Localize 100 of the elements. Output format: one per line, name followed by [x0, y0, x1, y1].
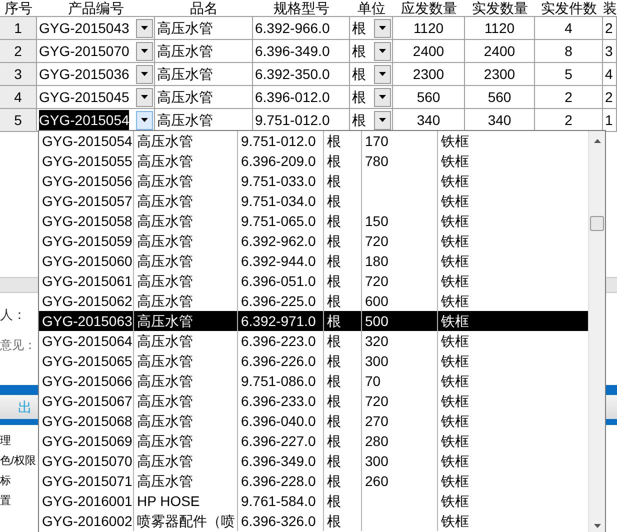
dropdown-button[interactable]: [136, 42, 153, 60]
list-cell: 根: [324, 171, 362, 191]
list-cell-text: 铁框: [440, 252, 470, 271]
caret-icon: [141, 72, 148, 76]
list-cell: GYG-2015069: [39, 431, 134, 451]
dropdown-row[interactable]: GYG-2015057 高压水管 9.751-034.0 根 铁框: [39, 191, 588, 211]
scroll-up-icon[interactable]: [594, 139, 601, 143]
dropdown-button[interactable]: [374, 88, 391, 106]
column-header: 装: [603, 0, 617, 16]
list-cell: 根: [324, 511, 362, 531]
table-cell: 2400: [393, 40, 465, 63]
dropdown-row[interactable]: GYG-2016002 喷雾器配件（喷 6.396-326.0 根 铁框: [39, 511, 588, 531]
table-cell: 4: [535, 17, 603, 40]
dropdown-button[interactable]: [374, 18, 391, 38]
list-cell: 6.392-944.0: [238, 251, 324, 271]
list-cell: GYG-2015067: [39, 391, 134, 411]
list-cell-text: 铁框: [440, 212, 470, 231]
list-cell: 根: [324, 251, 362, 271]
scroll-down-icon[interactable]: [594, 524, 601, 528]
list-cell: 根: [324, 491, 362, 511]
sidebar-item[interactable]: 标: [0, 471, 38, 491]
unit-combo[interactable]: 根: [350, 17, 393, 40]
unit-combo[interactable]: 根: [350, 86, 393, 109]
dropdown-row[interactable]: GYG-2015059 高压水管 6.392-962.0 根 720 铁框: [39, 231, 588, 251]
list-cell: 320: [362, 331, 438, 351]
list-cell: 9.751-012.0: [238, 131, 324, 151]
list-cell: 9.751-086.0: [238, 371, 324, 391]
unit-combo[interactable]: 根: [350, 63, 393, 86]
list-cell: 根: [324, 331, 362, 351]
dropdown-button[interactable]: [136, 110, 153, 130]
list-cell-text: 铁框: [440, 232, 470, 251]
dropdown-row[interactable]: GYG-2015067 高压水管 6.396-233.0 根 720 铁框: [39, 391, 588, 411]
product-code-combo[interactable]: GYG-2015043: [37, 17, 155, 40]
list-cell: 270: [362, 411, 438, 431]
dropdown-button[interactable]: [136, 18, 153, 38]
list-cell-text: 铁框: [440, 492, 470, 511]
list-cell: GYG-2015059: [39, 231, 134, 251]
list-cell-text: 铁框: [440, 432, 470, 451]
list-cell: 高压水管: [134, 191, 238, 211]
list-cell: GYG-2015068: [39, 411, 134, 431]
list-cell: GYG-2015058: [39, 211, 134, 231]
sidebar-item[interactable]: 理: [0, 431, 38, 451]
table-cell: 2300: [465, 63, 535, 86]
dropdown-row[interactable]: GYG-2015066 高压水管 9.751-086.0 根 70 铁框: [39, 371, 588, 391]
list-cell: GYG-2015070: [39, 451, 134, 471]
list-cell: 高压水管: [134, 271, 238, 291]
list-cell: 180: [362, 251, 438, 271]
list-cell: 高压水管: [134, 251, 238, 271]
product-code-combo[interactable]: GYG-2015036: [37, 63, 155, 86]
table-cell: 高压水管: [155, 40, 253, 63]
scrollbar[interactable]: [588, 131, 605, 532]
list-cell: 6.396-226.0: [238, 351, 324, 371]
sidebar-item[interactable]: 置: [0, 491, 38, 511]
list-cell: 根: [324, 371, 362, 391]
list-cell-text: 铁框: [440, 512, 470, 531]
row-number: 3: [0, 63, 37, 86]
list-cell: 根: [324, 391, 362, 411]
list-cell: 高压水管: [134, 231, 238, 251]
dropdown-row[interactable]: GYG-2015069 高压水管 6.396-227.0 根 280 铁框: [39, 431, 588, 451]
table-cell: 8: [535, 40, 603, 63]
dropdown-row[interactable]: GYG-2015061 高压水管 6.396-051.0 根 720 铁框: [39, 271, 588, 291]
dropdown-row[interactable]: GYG-2015060 高压水管 6.392-944.0 根 180 铁框: [39, 251, 588, 271]
list-cell: GYG-2016002: [39, 511, 134, 531]
dropdown-row[interactable]: GYG-2015058 高压水管 9.751-065.0 根 150 铁框: [39, 211, 588, 231]
dropdown-button[interactable]: [136, 88, 153, 106]
dropdown-row[interactable]: GYG-2015064 高压水管 6.396-223.0 根 320 铁框: [39, 331, 588, 351]
dropdown-row[interactable]: GYG-2015055 高压水管 6.396-209.0 根 780 铁框: [39, 151, 588, 171]
dropdown-button[interactable]: [374, 42, 391, 60]
list-cell: 300: [362, 451, 438, 471]
product-code-combo[interactable]: GYG-2015070: [37, 40, 155, 63]
row-number: 1: [0, 17, 37, 40]
dropdown-row[interactable]: GYG-2015056 高压水管 9.751-033.0 根 铁框: [39, 171, 588, 191]
table-cell: 高压水管: [155, 63, 253, 86]
list-cell: 6.396-209.0: [238, 151, 324, 171]
list-cell: 9.751-034.0: [238, 191, 324, 211]
field-label: 意见：: [0, 337, 37, 354]
dropdown-button[interactable]: [374, 110, 391, 130]
dropdown-button[interactable]: [374, 64, 391, 84]
caret-icon: [379, 49, 386, 53]
list-cell: 根: [324, 451, 362, 471]
unit-combo[interactable]: 根: [350, 40, 393, 63]
row-number: 5: [0, 109, 37, 132]
dropdown-row[interactable]: GYG-2015063 高压水管 6.392-971.0 根 500 铁框: [39, 311, 588, 331]
dropdown-row[interactable]: GYG-2015070 高压水管 6.396-349.0 根 300 铁框: [39, 451, 588, 471]
dropdown-button[interactable]: [136, 64, 153, 84]
list-cell: 根: [324, 151, 362, 171]
dropdown-row[interactable]: GYG-2015068 高压水管 6.396-040.0 根 270 铁框: [39, 411, 588, 431]
table-cell: 6.392-350.0: [253, 63, 350, 86]
dropdown-row[interactable]: GYG-2015065 高压水管 6.396-226.0 根 300 铁框: [39, 351, 588, 371]
list-cell: GYG-2015056: [39, 171, 134, 191]
dropdown-row[interactable]: GYG-2015071 高压水管 6.396-228.0 根 260 铁框: [39, 471, 588, 491]
dropdown-row[interactable]: GYG-2016001 HP HOSE 9.761-584.0 根 铁框: [39, 491, 588, 511]
sidebar-item[interactable]: 色/权限: [0, 451, 38, 471]
dropdown-row[interactable]: GYG-2015054 高压水管 9.751-012.0 根 170 铁框: [39, 131, 588, 151]
scroll-thumb[interactable]: [590, 216, 604, 231]
list-cell: 6.392-971.0: [238, 311, 324, 331]
list-cell: GYG-2015071: [39, 471, 134, 491]
product-code-combo[interactable]: GYG-2015045: [37, 86, 155, 109]
column-header: 产品编号: [67, 0, 125, 16]
list-cell-text: 铁框: [440, 292, 470, 311]
